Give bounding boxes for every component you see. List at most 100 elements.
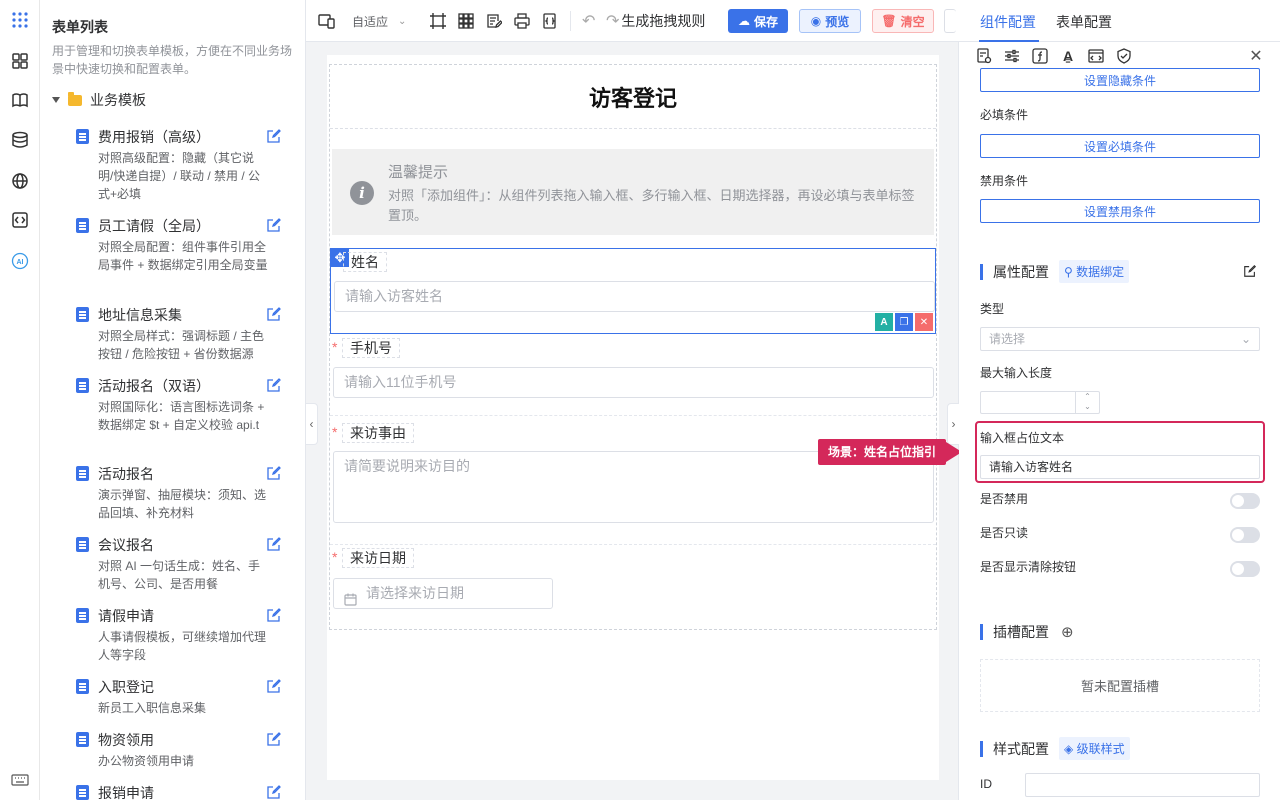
generate-rules-button[interactable]: ↷ 生成拖拽规则 (606, 11, 705, 31)
style-config-title: 样式配置 (993, 740, 1049, 757)
json-icon[interactable] (542, 11, 558, 31)
shield-check-icon[interactable] (1115, 47, 1133, 65)
undo-icon[interactable]: ↶ (582, 11, 595, 31)
components-icon[interactable] (10, 51, 30, 71)
placeholder-text-input[interactable]: 请输入访客姓名 (980, 455, 1260, 479)
required-mark: * (332, 424, 338, 440)
edit-icon[interactable] (266, 536, 282, 552)
delete-icon[interactable]: ✕ (915, 313, 933, 331)
edit-icon[interactable] (266, 607, 282, 623)
edit-icon[interactable] (266, 678, 282, 694)
required-condition-label: 必填条件 (980, 108, 1029, 122)
document-icon (76, 129, 89, 144)
tab-component-config[interactable]: 组件配置 (980, 12, 1036, 32)
designer-toolbar: 自适应 ⌄ ↶ ↷ 生成拖拽规则 ☁ 保存 ◉ 预览 🗑 清空 (306, 0, 959, 42)
id-input[interactable] (1025, 773, 1260, 797)
edit-icon[interactable] (266, 465, 282, 481)
code-icon[interactable] (10, 210, 30, 230)
date-picker[interactable]: 请选择来访日期 (333, 578, 553, 609)
name-input[interactable]: 请输入访客姓名 (334, 281, 935, 312)
sliders-icon[interactable] (1003, 47, 1021, 65)
collapse-right-button[interactable]: › (947, 403, 959, 445)
set-disabled-condition-button[interactable]: 设置禁用条件 (980, 199, 1260, 223)
cascade-style-tag[interactable]: ◈ 级联样式 (1059, 737, 1130, 760)
trash-icon: 🗑 (881, 14, 897, 28)
max-length-input[interactable]: ⌃ ⌄ (980, 391, 1100, 414)
section-bar (980, 624, 983, 640)
caret-down-icon[interactable] (52, 97, 60, 103)
template-desc: 对照高级配置：隐藏（其它说明/快递自提）/ 联动 / 禁用 / 公式+必填 (98, 151, 261, 201)
placeholder-text-label: 输入框占位文本 (980, 431, 1065, 445)
adapt-select[interactable]: 自适应 ⌄ (352, 11, 406, 31)
svg-text:AI: AI (17, 259, 24, 266)
ai-icon[interactable]: AI (10, 251, 30, 271)
form-settings-icon[interactable] (975, 47, 993, 65)
globe-icon[interactable] (10, 171, 30, 191)
calendar-icon (344, 587, 357, 616)
tip-alert[interactable]: i 温馨提示 对照「添加组件」：从组件列表拖入输入框、多行输入框、日期选择器，再… (332, 149, 934, 235)
template-name: 报销申请 (98, 785, 154, 800)
print-icon[interactable] (514, 11, 530, 31)
edit-doc-icon[interactable] (486, 11, 502, 31)
grid-icon[interactable] (458, 11, 474, 31)
template-name: 地址信息采集 (98, 307, 182, 323)
tab-form-config[interactable]: 表单配置 (1056, 12, 1112, 32)
attr-config-title: 属性配置 (993, 263, 1049, 280)
scenario-callout: 场景：姓名占位指引 (818, 439, 963, 465)
clearable-toggle[interactable] (1230, 561, 1260, 577)
keyboard-icon[interactable] (10, 770, 30, 790)
field-phone[interactable]: * 手机号 请输入11位手机号 (330, 338, 936, 416)
edit-icon[interactable] (266, 306, 282, 322)
set-required-condition-button[interactable]: 设置必填条件 (980, 134, 1260, 158)
close-icon[interactable]: ✕ (1247, 47, 1265, 65)
book-icon[interactable] (10, 90, 30, 110)
more-button[interactable] (944, 9, 956, 33)
edit-icon[interactable] (266, 128, 282, 144)
tip-title: 温馨提示 (388, 164, 449, 181)
tree-group-business[interactable]: 业务模板 (52, 90, 146, 110)
edit-icon[interactable] (266, 377, 282, 393)
disabled-condition-label: 禁用条件 (980, 174, 1029, 188)
clear-button[interactable]: 🗑 清空 (872, 9, 934, 33)
edit-icon[interactable] (266, 731, 282, 747)
clear-label: 清空 (900, 14, 925, 29)
set-hidden-condition-button[interactable]: 设置隐藏条件 (980, 68, 1260, 92)
apps-grid-icon[interactable] (10, 10, 30, 30)
icon-rail: AI (0, 0, 40, 800)
font-style-icon[interactable]: A ≡ (1059, 47, 1077, 66)
edit-icon[interactable] (266, 217, 282, 233)
form-list-title: 表单列表 (52, 19, 108, 35)
disabled-toggle[interactable] (1230, 493, 1260, 509)
field-name[interactable]: ✥ 姓名 请输入访客姓名 A ❐ ✕ (330, 248, 936, 334)
tree-group-label: 业务模板 (90, 92, 146, 108)
template-name: 活动报名 (98, 466, 154, 482)
edit-icon[interactable] (266, 784, 282, 800)
type-select[interactable]: 请选择 ⌄ (980, 327, 1260, 351)
style-icon[interactable]: A (875, 313, 893, 331)
add-circle-icon[interactable]: ⊕ (1061, 623, 1074, 641)
database-icon[interactable] (10, 130, 30, 150)
frame-icon[interactable] (430, 11, 446, 31)
code-window-icon[interactable] (1087, 47, 1105, 65)
document-icon (76, 378, 89, 393)
cloud-icon: ☁ (737, 14, 750, 28)
device-icon[interactable] (318, 11, 336, 31)
function-icon[interactable] (1031, 47, 1049, 65)
section-bar (980, 263, 983, 280)
document-icon (76, 732, 89, 747)
stepper-arrows[interactable]: ⌃ ⌄ (1075, 392, 1099, 413)
save-button[interactable]: ☁ 保存 (728, 9, 788, 33)
edit-icon[interactable] (1243, 264, 1257, 281)
phone-input[interactable]: 请输入11位手机号 (333, 367, 934, 398)
redo-icon[interactable]: ↷ (606, 11, 619, 31)
readonly-toggle[interactable] (1230, 527, 1260, 543)
form-list-description: 用于管理和切换表单模板，方便在不同业务场景中快速切换和配置表单。 (52, 44, 293, 76)
form-canvas: 访客登记 i 温馨提示 对照「添加组件」：从组件列表拖入输入框、多行输入框、日期… (327, 55, 939, 780)
disabled-label: 是否禁用 (980, 492, 1029, 506)
field-date[interactable]: * 来访日期 请选择来访日期 (330, 548, 936, 628)
copy-icon[interactable]: ❐ (895, 313, 913, 331)
data-binding-tag[interactable]: ⚲ 数据绑定 (1059, 260, 1130, 283)
form-title[interactable]: 访客登记 (330, 65, 936, 129)
preview-button[interactable]: ◉ 预览 (799, 9, 861, 33)
collapse-left-button[interactable]: ‹ (306, 403, 318, 445)
